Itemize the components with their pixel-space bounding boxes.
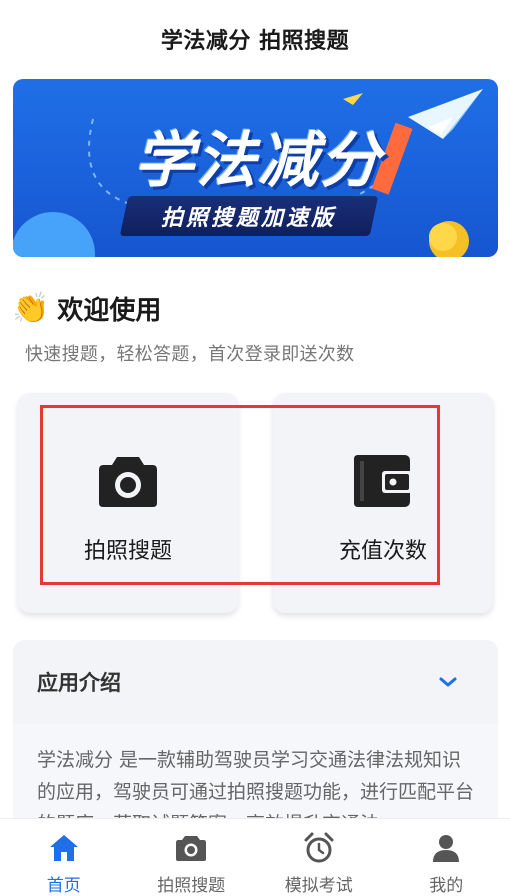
page-title: 学法减分 拍照搜题 [160, 29, 350, 54]
tab-home[interactable]: 首页 [0, 819, 128, 896]
tab-mine[interactable]: 我的 [383, 819, 510, 896]
wallet-icon [354, 455, 412, 507]
photo-search-label: 拍照搜题 [83, 539, 172, 564]
tab-mock-exam[interactable]: 模拟考试 [255, 819, 383, 896]
clapping-hands-icon: 👏 [12, 290, 50, 326]
user-icon [433, 835, 460, 862]
banner-title: 学法减分 [134, 126, 382, 196]
tab-mine-label: 我的 [429, 876, 464, 896]
banner-badge: 拍照搜题加速版 [119, 196, 379, 236]
intro-title: 应用介绍 [37, 671, 121, 695]
recharge-button[interactable]: 充值次数 [273, 393, 493, 613]
chevron-down-icon[interactable] [438, 675, 458, 689]
alarm-clock-icon [304, 832, 334, 863]
home-icon [49, 835, 78, 861]
nav-bar: 学法减分 拍照搜题 [0, 0, 510, 78]
welcome-subtitle: 快速搜题，轻松答题，首次登录即送次数 [25, 344, 355, 365]
photo-search-button[interactable]: 拍照搜题 [18, 393, 238, 613]
tab-bar: 首页 拍照搜题 模拟考试 我的 [0, 818, 510, 896]
tab-home-label: 首页 [46, 876, 81, 896]
tab-photo-search-label: 拍照搜题 [157, 876, 226, 896]
intro-header[interactable]: 应用介绍 [13, 640, 498, 724]
welcome-header: 👏 欢迎使用 [12, 290, 161, 327]
camera-icon [176, 836, 207, 861]
recharge-label: 充值次数 [338, 539, 427, 564]
tab-mock-exam-label: 模拟考试 [284, 876, 353, 896]
camera-icon [99, 457, 157, 507]
tab-photo-search[interactable]: 拍照搜题 [128, 819, 256, 896]
welcome-title: 欢迎使用 [57, 296, 162, 326]
banner-subtitle: 拍照搜题加速版 [161, 206, 337, 231]
